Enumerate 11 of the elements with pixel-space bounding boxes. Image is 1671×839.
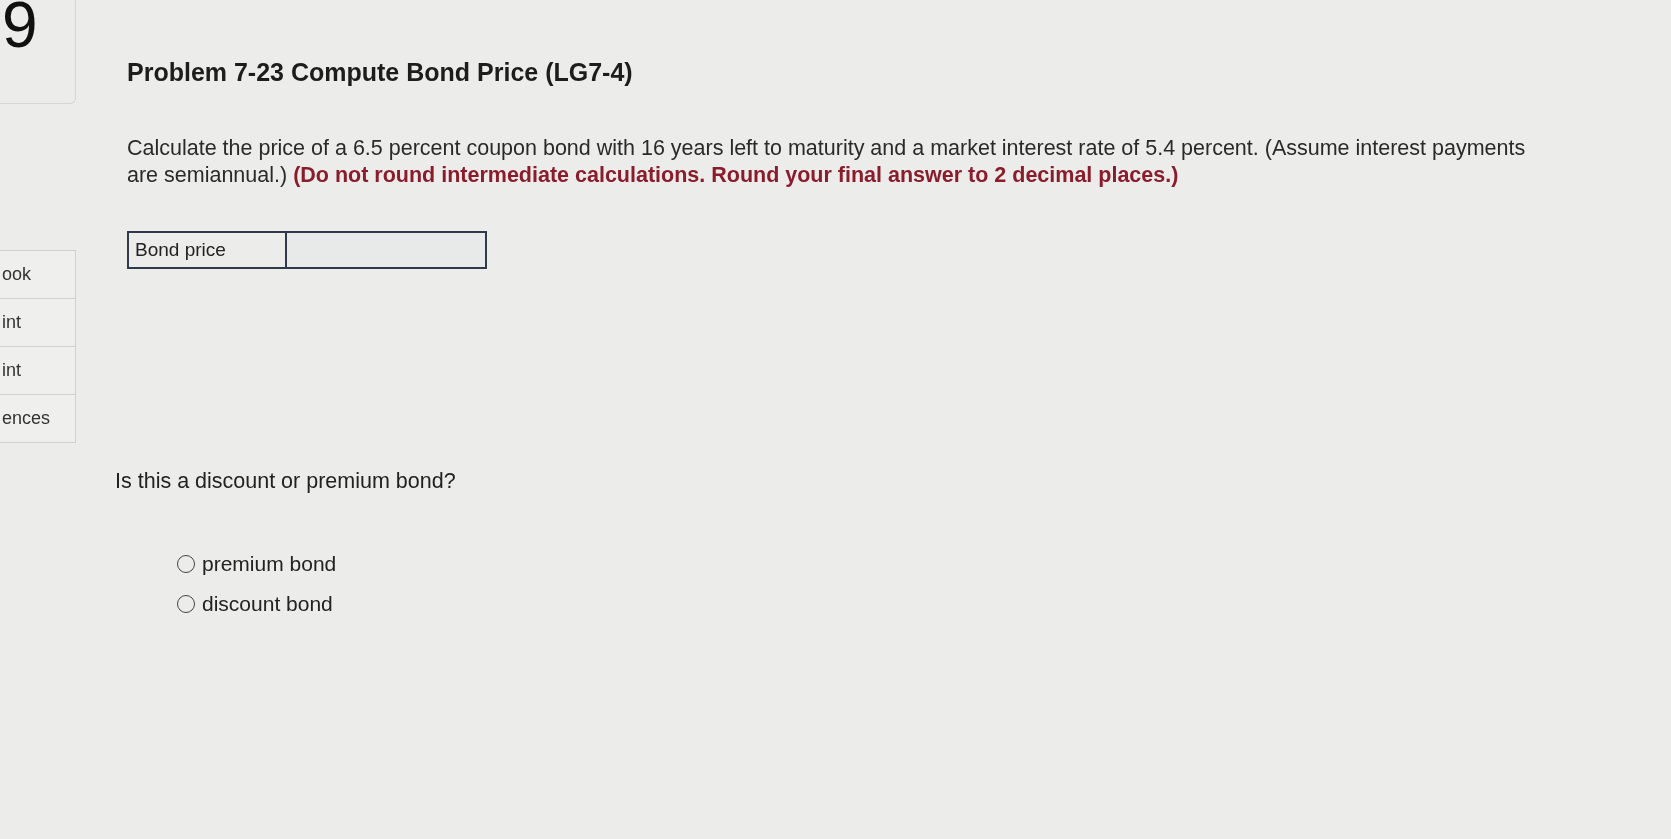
radio-option[interactable]: premium bond xyxy=(177,552,1671,576)
question-number: 9 xyxy=(0,0,76,104)
radio-option[interactable]: discount bond xyxy=(177,592,1671,616)
question-text: Is this a discount or premium bond? xyxy=(115,469,457,494)
sidebar-tab[interactable]: int xyxy=(0,299,76,347)
answer-field[interactable] xyxy=(287,233,485,267)
sidebar-tab[interactable]: ences xyxy=(0,395,76,443)
sidebar-tab[interactable]: int xyxy=(0,347,76,395)
sidebar-tab[interactable]: ook xyxy=(0,251,76,299)
problem-text: Calculate the price of a 6.5 percent coupon bond with 16 years left to maturity and a market interest rate of 5.4 percent. (Assume interest payments are semiannual.) (Do not round intermediate calculations. Round your final answer to 2 decimal places.) xyxy=(127,135,1527,189)
problem-title: Problem 7-23 Compute Bond Price (LG7-4) xyxy=(127,58,634,87)
